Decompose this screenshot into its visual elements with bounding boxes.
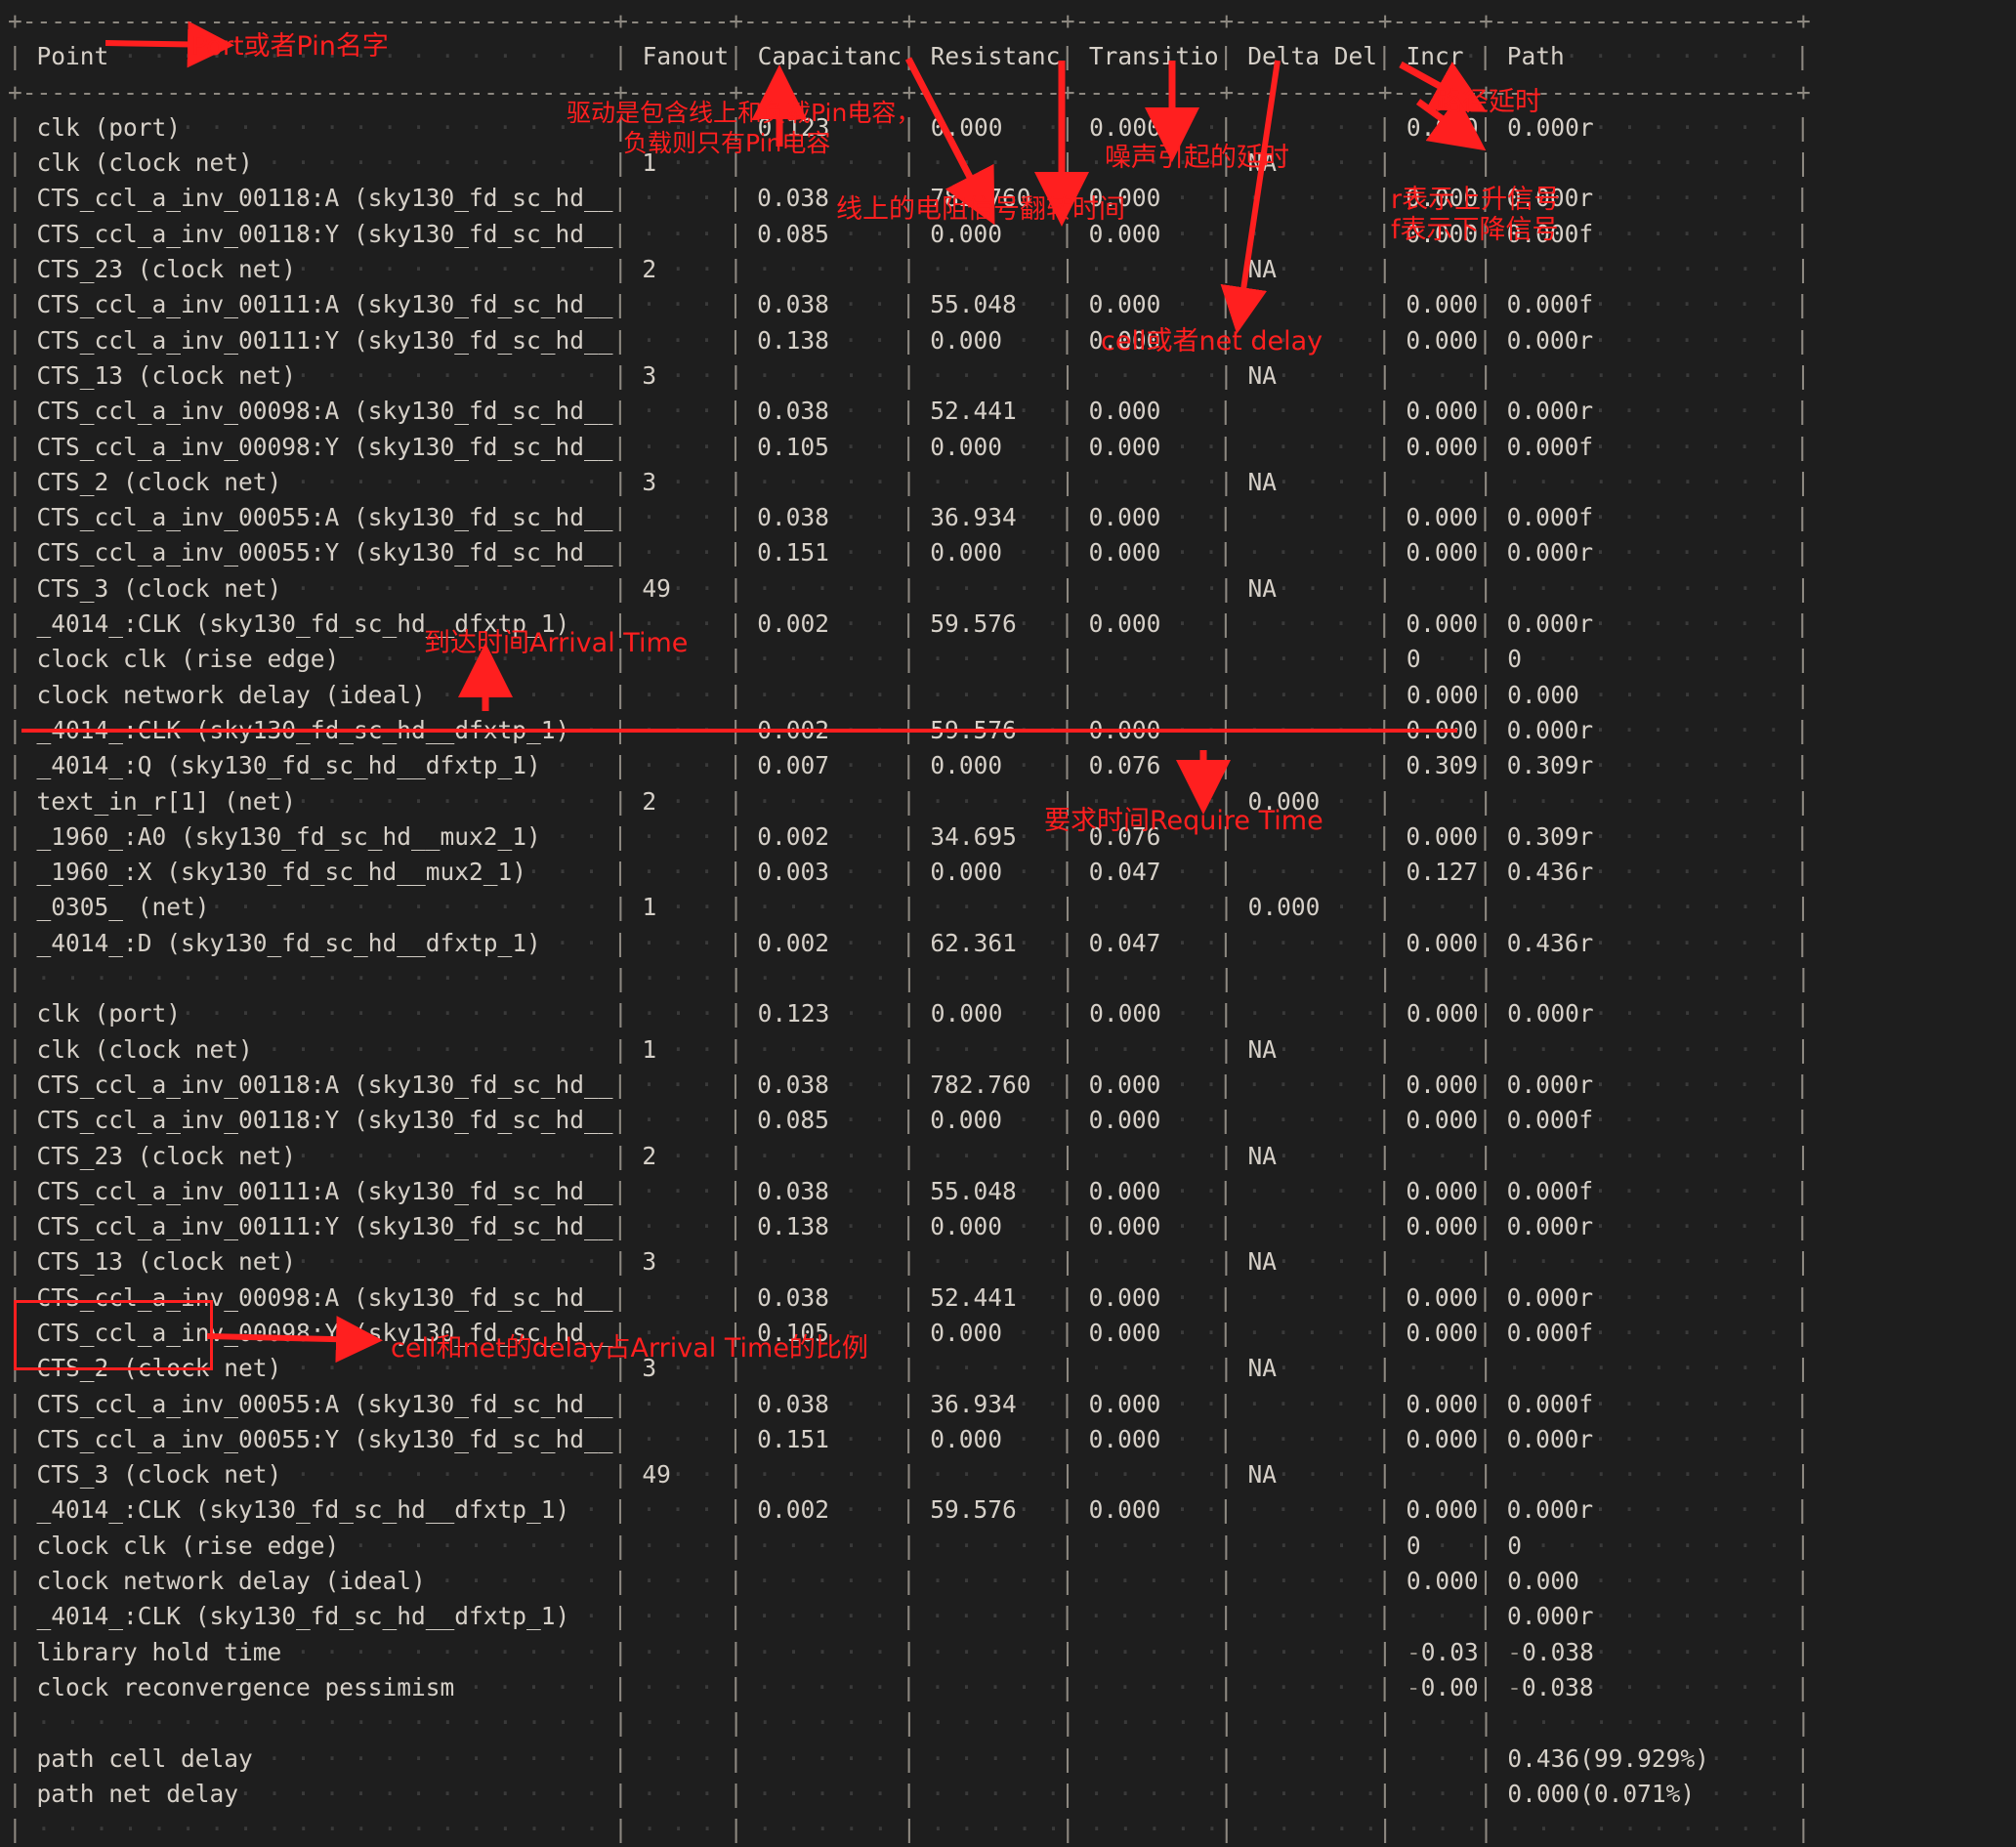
annotation-require-time-note: 要求时间Require Time xyxy=(1044,806,1323,836)
report-row: | CTS_ccl_a_inv_00118:A (sky130_fd_sc_hd… xyxy=(8,1070,1810,1099)
annotation-fall-note: f表示下降信号 xyxy=(1391,215,1559,245)
report-row: | CTS_ccl_a_inv_00098:Y (sky130_fd_sc_hd… xyxy=(8,432,1810,461)
report-row: | clock network delay (ideal) · · · · · … xyxy=(8,680,1811,709)
timing-report-terminal: +---------------------------------------… xyxy=(0,0,2016,1843)
annotation-incr-note: cell或者net delay xyxy=(1101,326,1323,357)
report-row: | _0305_ (net)· · · · · · · · · · · · · … xyxy=(8,893,1811,922)
report-row: | CTS_ccl_a_inv_00118:Y (sky130_fd_sc_hd… xyxy=(8,1106,1810,1135)
report-row: | CTS_ccl_a_inv_00098:Y (sky130_fd_sc_hd… xyxy=(8,1318,1810,1347)
report-row: | library hold time · · · · · · · · · · … xyxy=(8,1637,1811,1666)
report-row: | _4014_:CLK (sky130_fd_sc_hd__dfxtp_1) … xyxy=(8,715,1810,744)
report-row: | CTS_ccl_a_inv_00055:A (sky130_fd_sc_hd… xyxy=(8,1389,1810,1418)
report-row: | CTS_23 (clock net)· · · · · · · · · · … xyxy=(8,1141,1811,1170)
report-row: | path cell delay · · · · · · · · · · · … xyxy=(8,1743,1811,1773)
annotation-point-note: Port或者Pin名字 xyxy=(191,31,389,62)
report-row: | CTS_2 (clock net) · · · · · · · · · · … xyxy=(8,467,1811,496)
report-row: | _1960_:X (sky130_fd_sc_hd__mux2_1)· · … xyxy=(8,858,1810,887)
report-row: | _1960_:A0 (sky130_fd_sc_hd__mux2_1) · … xyxy=(8,821,1810,851)
report-row: | · · · · · · · · · · · · · · · · · · · … xyxy=(8,1708,1811,1738)
report-row: | clock reconvergence pessimism · · · · … xyxy=(8,1672,1811,1701)
report-row: | CTS_13 (clock net)· · · · · · · · · · … xyxy=(8,360,1811,390)
report-row: | CTS_ccl_a_inv_00098:A (sky130_fd_sc_hd… xyxy=(8,1282,1810,1312)
report-row: | CTS_3 (clock net) · · · · · · · · · · … xyxy=(8,573,1811,603)
report-row: | clk (port)· · · · · · · · · · · · · · … xyxy=(8,112,1811,142)
report-row: | CTS_23 (clock net)· · · · · · · · · · … xyxy=(8,255,1811,284)
report-row: | path net delay· · · · · · · · · · · · … xyxy=(8,1779,1811,1808)
report-row: | clock clk (rise edge) · · · · · · · · … xyxy=(8,1531,1811,1560)
report-row: | CTS_3 (clock net) · · · · · · · · · · … xyxy=(8,1460,1811,1490)
report-row: | text_in_r[1] (net)· · · · · · · · · · … xyxy=(8,786,1811,816)
report-row: | _4014_:Q (sky130_fd_sc_hd__dfxtp_1) · … xyxy=(8,751,1810,780)
report-row: | clk (clock net) · · · · · · · · · · · … xyxy=(8,148,1811,178)
annotation-transition-note: 信号翻转时间 xyxy=(967,194,1125,225)
report-row: | clk (clock net) · · · · · · · · · · · … xyxy=(8,1034,1811,1064)
report-row: | CTS_ccl_a_inv_00111:Y (sky130_fd_sc_hd… xyxy=(8,325,1810,355)
report-row: | _4014_:CLK (sky130_fd_sc_hd__dfxtp_1) … xyxy=(8,1602,1811,1631)
report-row: | clk (port)· · · · · · · · · · · · · · … xyxy=(8,999,1811,1028)
report-row: | _4014_:D (sky130_fd_sc_hd__dfxtp_1) · … xyxy=(8,928,1810,957)
report-row: | _4014_:CLK (sky130_fd_sc_hd__dfxtp_1) … xyxy=(8,609,1810,639)
report-row: +---------------------------------------… xyxy=(8,77,1811,106)
report-row: | CTS_ccl_a_inv_00055:Y (sky130_fd_sc_hd… xyxy=(8,1424,1810,1453)
report-row: | CTS_ccl_a_inv_00111:A (sky130_fd_sc_hd… xyxy=(8,290,1810,319)
report-row: | CTS_ccl_a_inv_00055:A (sky130_fd_sc_hd… xyxy=(8,503,1810,532)
report-row: | CTS_13 (clock net)· · · · · · · · · · … xyxy=(8,1247,1811,1277)
report-row: | CTS_2 (clock net) · · · · · · · · · · … xyxy=(8,1354,1811,1383)
report-row: | CTS_ccl_a_inv_00111:A (sky130_fd_sc_hd… xyxy=(8,1176,1810,1205)
report-row: | clock clk (rise edge) · · · · · · · · … xyxy=(8,645,1811,674)
annotation-arrival-time-note: 到达时间Arrival Time xyxy=(424,628,689,658)
report-row: | _4014_:CLK (sky130_fd_sc_hd__dfxtp_1) … xyxy=(8,1495,1810,1525)
report-row: | CTS_ccl_a_inv_00055:Y (sky130_fd_sc_hd… xyxy=(8,538,1810,567)
report-row: | · · · · · · · · · · · · · · · · · · · … xyxy=(8,964,1811,993)
annotation-ratio-note: cell和net的delay占Arrival Time的比例 xyxy=(391,1333,868,1364)
annotation-path-note: 路径延时 xyxy=(1436,87,1541,117)
report-row: | clock network delay (ideal) · · · · · … xyxy=(8,1567,1811,1596)
report-row: | CTS_ccl_a_inv_00098:A (sky130_fd_sc_hd… xyxy=(8,397,1810,426)
annotation-resistance-note: 线上的电阻 xyxy=(836,194,968,225)
annotation-capacitance-note-2: 负载则只有Pin电容 xyxy=(623,129,831,157)
annotation-delta-delay-note: 噪声引起的延时 xyxy=(1105,143,1289,173)
report-row: | CTS_ccl_a_inv_00111:Y (sky130_fd_sc_hd… xyxy=(8,1212,1810,1241)
